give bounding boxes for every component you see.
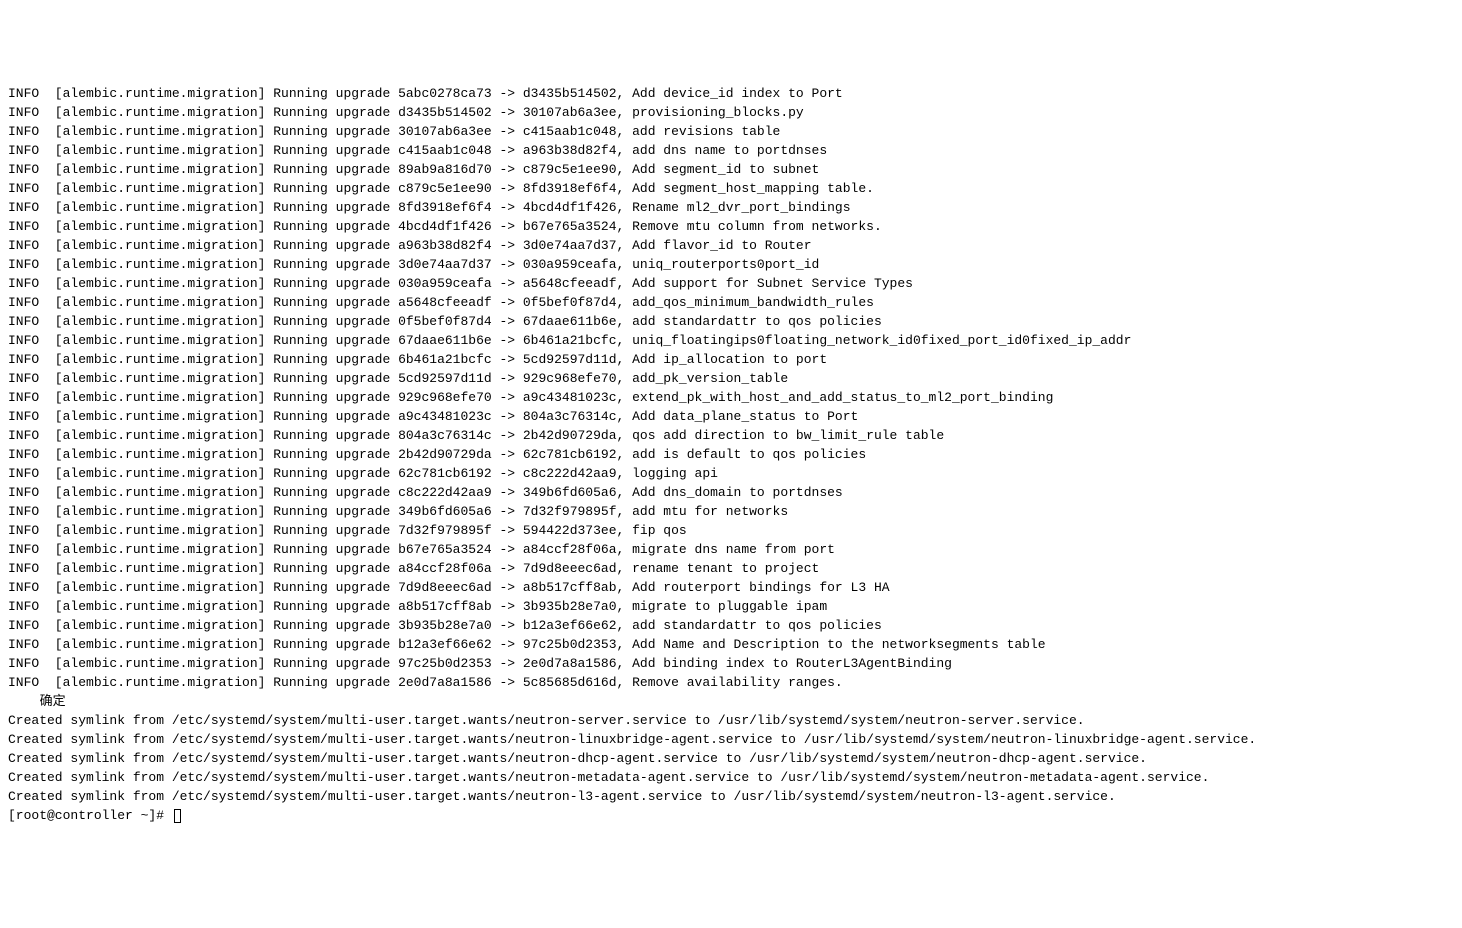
migration-log-line: INFO [alembic.runtime.migration] Running… bbox=[8, 673, 1454, 692]
migration-log-line: INFO [alembic.runtime.migration] Running… bbox=[8, 616, 1454, 635]
migration-log-line: INFO [alembic.runtime.migration] Running… bbox=[8, 103, 1454, 122]
shell-prompt-line[interactable]: [root@controller ~]# bbox=[8, 806, 1454, 825]
migration-log-line: INFO [alembic.runtime.migration] Running… bbox=[8, 236, 1454, 255]
cursor-icon bbox=[174, 809, 181, 823]
migration-log-line: INFO [alembic.runtime.migration] Running… bbox=[8, 407, 1454, 426]
symlink-log-line: Created symlink from /etc/systemd/system… bbox=[8, 768, 1454, 787]
migration-log-line: INFO [alembic.runtime.migration] Running… bbox=[8, 198, 1454, 217]
migration-log-line: INFO [alembic.runtime.migration] Running… bbox=[8, 255, 1454, 274]
migration-log-line: INFO [alembic.runtime.migration] Running… bbox=[8, 483, 1454, 502]
migration-log-line: INFO [alembic.runtime.migration] Running… bbox=[8, 160, 1454, 179]
migration-log-line: INFO [alembic.runtime.migration] Running… bbox=[8, 350, 1454, 369]
terminal-output[interactable]: INFO [alembic.runtime.migration] Running… bbox=[8, 84, 1454, 825]
migration-log-line: INFO [alembic.runtime.migration] Running… bbox=[8, 388, 1454, 407]
migration-log-line: INFO [alembic.runtime.migration] Running… bbox=[8, 426, 1454, 445]
migration-log-line: INFO [alembic.runtime.migration] Running… bbox=[8, 331, 1454, 350]
migration-log-line: INFO [alembic.runtime.migration] Running… bbox=[8, 217, 1454, 236]
migration-log-line: INFO [alembic.runtime.migration] Running… bbox=[8, 654, 1454, 673]
migration-log-line: INFO [alembic.runtime.migration] Running… bbox=[8, 521, 1454, 540]
migration-log-line: INFO [alembic.runtime.migration] Running… bbox=[8, 312, 1454, 331]
migration-log-line: INFO [alembic.runtime.migration] Running… bbox=[8, 578, 1454, 597]
migration-log-line: INFO [alembic.runtime.migration] Running… bbox=[8, 464, 1454, 483]
migration-log-line: INFO [alembic.runtime.migration] Running… bbox=[8, 540, 1454, 559]
migration-log-line: INFO [alembic.runtime.migration] Running… bbox=[8, 141, 1454, 160]
migration-log-line: INFO [alembic.runtime.migration] Running… bbox=[8, 559, 1454, 578]
migration-log-line: INFO [alembic.runtime.migration] Running… bbox=[8, 597, 1454, 616]
migration-log-line: INFO [alembic.runtime.migration] Running… bbox=[8, 179, 1454, 198]
migration-log-line: INFO [alembic.runtime.migration] Running… bbox=[8, 274, 1454, 293]
symlink-log-line: Created symlink from /etc/systemd/system… bbox=[8, 730, 1454, 749]
symlink-log-line: Created symlink from /etc/systemd/system… bbox=[8, 749, 1454, 768]
status-label: 确定 bbox=[8, 692, 1454, 711]
migration-log-line: INFO [alembic.runtime.migration] Running… bbox=[8, 369, 1454, 388]
migration-log-line: INFO [alembic.runtime.migration] Running… bbox=[8, 122, 1454, 141]
shell-prompt: [root@controller ~]# bbox=[8, 806, 172, 825]
symlink-log-line: Created symlink from /etc/systemd/system… bbox=[8, 787, 1454, 806]
migration-log-line: INFO [alembic.runtime.migration] Running… bbox=[8, 502, 1454, 521]
migration-log-line: INFO [alembic.runtime.migration] Running… bbox=[8, 635, 1454, 654]
migration-log-line: INFO [alembic.runtime.migration] Running… bbox=[8, 445, 1454, 464]
migration-log-line: INFO [alembic.runtime.migration] Running… bbox=[8, 293, 1454, 312]
migration-log-line: INFO [alembic.runtime.migration] Running… bbox=[8, 84, 1454, 103]
symlink-log-line: Created symlink from /etc/systemd/system… bbox=[8, 711, 1454, 730]
